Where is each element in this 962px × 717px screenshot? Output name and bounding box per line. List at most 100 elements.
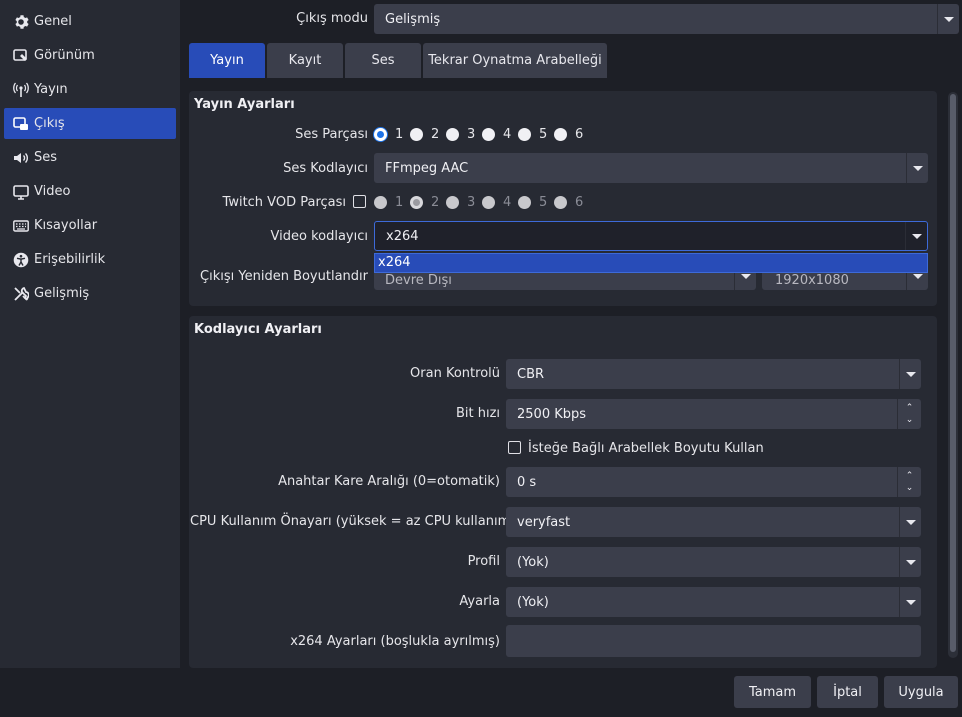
cpu-preset-label: CPU Kullanım Önayarı (yüksek = az CPU ku… [190,514,519,529]
bitrate-label: Bit hızı [455,406,500,421]
sidebar-item-ses[interactable]: Ses [4,142,176,173]
radio-label: 6 [575,127,584,142]
sidebar-item-cikis[interactable]: Çıkış [4,108,176,139]
twitch-vod-radio-2[interactable]: 2 [410,195,439,210]
custom-buffer-checkbox[interactable] [508,441,521,454]
radio-dot [446,128,459,141]
sidebar-item-label: Gelişmiş [34,286,90,301]
twitch-vod-radio-3[interactable]: 3 [446,195,475,210]
radio-dot [410,196,423,209]
button-label: Tamam [748,684,797,700]
rate-control-select[interactable]: CBR [506,359,921,389]
radio-dot [446,196,459,209]
button-label: Uygula [898,684,944,700]
output-mode-select[interactable]: Gelişmiş [374,4,959,34]
tune-select[interactable]: (Yok) [506,587,921,617]
audio-track-radio-3[interactable]: 3 [446,127,475,142]
audio-track-label: Ses Parçası [295,127,368,142]
sidebar-item-video[interactable]: Video [4,176,176,207]
twitch-vod-radio-1[interactable]: 1 [374,195,403,210]
rate-control-label: Oran Kontrolü [410,366,500,381]
rate-control-value: CBR [517,366,545,382]
sidebar-item-kisayollar[interactable]: Kısayollar [4,210,176,241]
video-encoder-value: x264 [386,228,419,244]
sidebar-item-genel[interactable]: Genel [4,6,176,37]
twitch-vod-checkbox[interactable] [353,195,366,208]
tab-ses[interactable]: Ses [345,43,421,78]
profile-select[interactable]: (Yok) [506,547,921,577]
twitch-vod-radio-4[interactable]: 4 [482,195,511,210]
x264-options-input[interactable] [506,625,921,657]
tune-label: Ayarla [459,594,500,609]
output-icon [12,115,30,133]
audio-track-radio-5[interactable]: 5 [518,127,547,142]
audio-track-radio-6[interactable]: 6 [554,127,583,142]
sidebar-item-label: Görünüm [34,48,95,63]
dropdown-option[interactable]: x264 [375,254,927,272]
audio-encoder-value: FFmpeg AAC [385,160,469,176]
rescale-label: Çıkışı Yeniden Boyutlandır [200,269,368,284]
stream-settings-title: Yayın Ayarları [194,97,295,112]
accessibility-icon [12,251,30,269]
radio-label: 3 [467,195,476,210]
custom-buffer-label: İsteğe Bağlı Arabellek Boyutu Kullan [528,441,764,456]
radio-dot [518,196,531,209]
settings-sidebar: Genel Görünüm Yayın Çıkış Ses Video Kısa… [0,0,180,668]
radio-label: 4 [503,127,512,142]
encoder-settings-title: Kodlayıcı Ayarları [194,322,322,337]
apply-button[interactable]: Uygula [884,676,958,708]
speaker-icon [12,149,30,167]
spin-arrows-icon[interactable]: ⌃ ⌄ [897,399,921,429]
sidebar-item-label: Erişebilirlik [34,252,106,267]
tab-yayin[interactable]: Yayın [189,43,265,78]
tab-label: Yayın [210,53,244,68]
scrollbar-thumb[interactable] [950,94,956,652]
audio-encoder-select[interactable]: FFmpeg AAC [374,153,928,183]
sidebar-item-erisebilirlik[interactable]: Erişebilirlik [4,244,176,275]
cpu-preset-value: veryfast [517,514,571,530]
radio-dot [554,128,567,141]
audio-track-radio-2[interactable]: 2 [410,127,439,142]
tab-replay-buffer[interactable]: Tekrar Oynatma Arabelleği [423,43,607,78]
tab-label: Kayıt [288,53,322,68]
radio-label: 5 [539,195,548,210]
spin-arrows-icon[interactable]: ⌃ ⌄ [897,467,921,497]
keyframe-spinbox[interactable]: 0 s ⌃ ⌄ [506,467,921,497]
radio-dot [482,196,495,209]
bitrate-spinbox[interactable]: 2500 Kbps ⌃ ⌄ [506,399,921,429]
sidebar-item-gelismis[interactable]: Gelişmiş [4,278,176,309]
ok-button[interactable]: Tamam [734,676,811,708]
chevron-down-icon [899,587,921,617]
keyframe-value: 0 s [517,474,537,490]
audio-track-radio-1[interactable]: 1 [374,127,403,142]
tab-label: Tekrar Oynatma Arabelleği [428,53,602,68]
radio-dot [410,128,423,141]
video-encoder-label: Video kodlayıcı [270,229,368,244]
radio-label: 5 [539,127,548,142]
cpu-preset-select[interactable]: veryfast [506,507,921,537]
broadcast-icon [12,81,30,99]
video-encoder-dropdown: x264 [374,253,928,273]
profile-label: Profil [467,554,500,569]
cancel-button[interactable]: İptal [817,676,878,708]
scrollbar[interactable] [948,92,958,658]
monitor-icon [12,183,30,201]
profile-value: (Yok) [517,554,549,570]
sidebar-item-gorunum[interactable]: Görünüm [4,40,176,71]
tune-value: (Yok) [517,594,549,610]
gear-icon [12,13,30,31]
chevron-down-icon [906,153,928,183]
button-label: İptal [833,684,862,700]
sidebar-item-yayin[interactable]: Yayın [4,74,176,105]
twitch-vod-radio-6[interactable]: 6 [554,195,583,210]
tab-kayit[interactable]: Kayıt [267,43,343,78]
chevron-down-icon [937,4,959,34]
video-encoder-select[interactable]: x264 [374,221,928,251]
twitch-vod-radio-5[interactable]: 5 [518,195,547,210]
radio-label: 4 [503,195,512,210]
bitrate-value: 2500 Kbps [517,406,587,422]
output-mode-label: Çıkış modu [296,11,368,26]
audio-track-radio-4[interactable]: 4 [482,127,511,142]
radio-label: 1 [395,127,404,142]
sidebar-item-label: Yayın [34,82,68,97]
